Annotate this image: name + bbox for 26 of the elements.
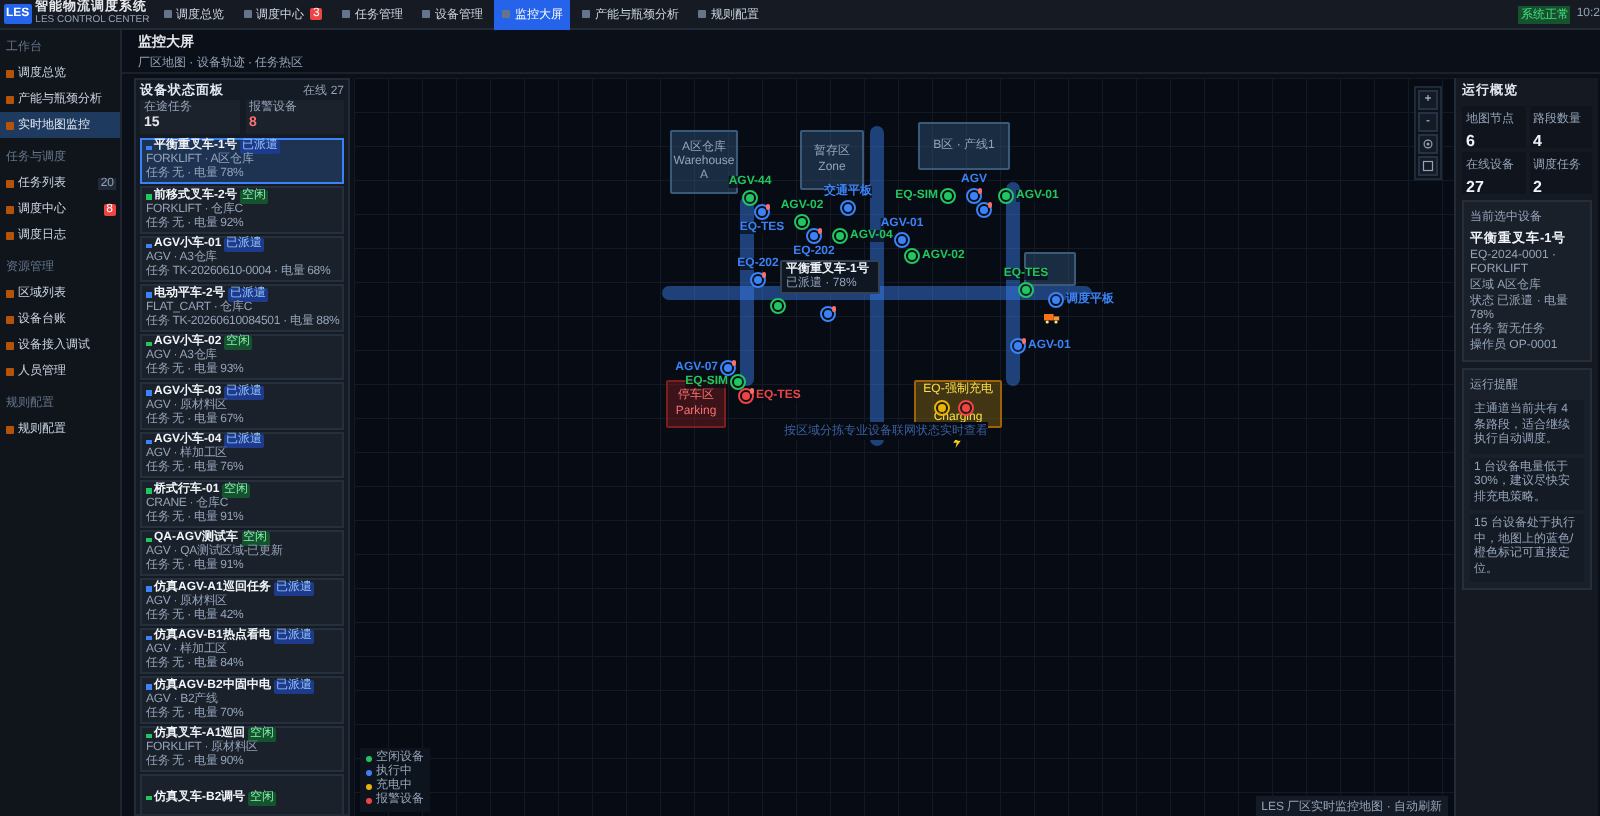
device-marker[interactable] <box>840 200 856 216</box>
device-marker[interactable] <box>754 204 770 220</box>
target-icon <box>1422 138 1434 150</box>
device-marker[interactable] <box>750 272 766 288</box>
truck-icon <box>1044 312 1060 324</box>
device-marker[interactable] <box>1018 282 1034 298</box>
device-marker[interactable] <box>832 228 848 244</box>
device-marker[interactable] <box>1010 338 1026 354</box>
device-marker[interactable] <box>966 188 982 204</box>
device-marker[interactable] <box>976 202 992 218</box>
device-marker[interactable] <box>904 248 920 264</box>
device-marker[interactable] <box>794 214 810 230</box>
device-marker[interactable] <box>720 360 736 376</box>
device-marker[interactable] <box>770 298 786 314</box>
device-marker[interactable] <box>940 188 956 204</box>
device-marker[interactable] <box>742 190 758 206</box>
square-icon <box>1422 160 1434 172</box>
device-marker[interactable] <box>820 306 836 322</box>
locate-button[interactable] <box>1418 134 1438 154</box>
device-marker[interactable] <box>806 228 822 244</box>
device-marker[interactable] <box>738 388 754 404</box>
device-marker[interactable] <box>998 188 1014 204</box>
device-marker[interactable] <box>894 232 910 248</box>
fit-button[interactable] <box>1418 156 1438 176</box>
device-marker[interactable] <box>730 374 746 390</box>
device-marker[interactable] <box>1048 292 1064 308</box>
